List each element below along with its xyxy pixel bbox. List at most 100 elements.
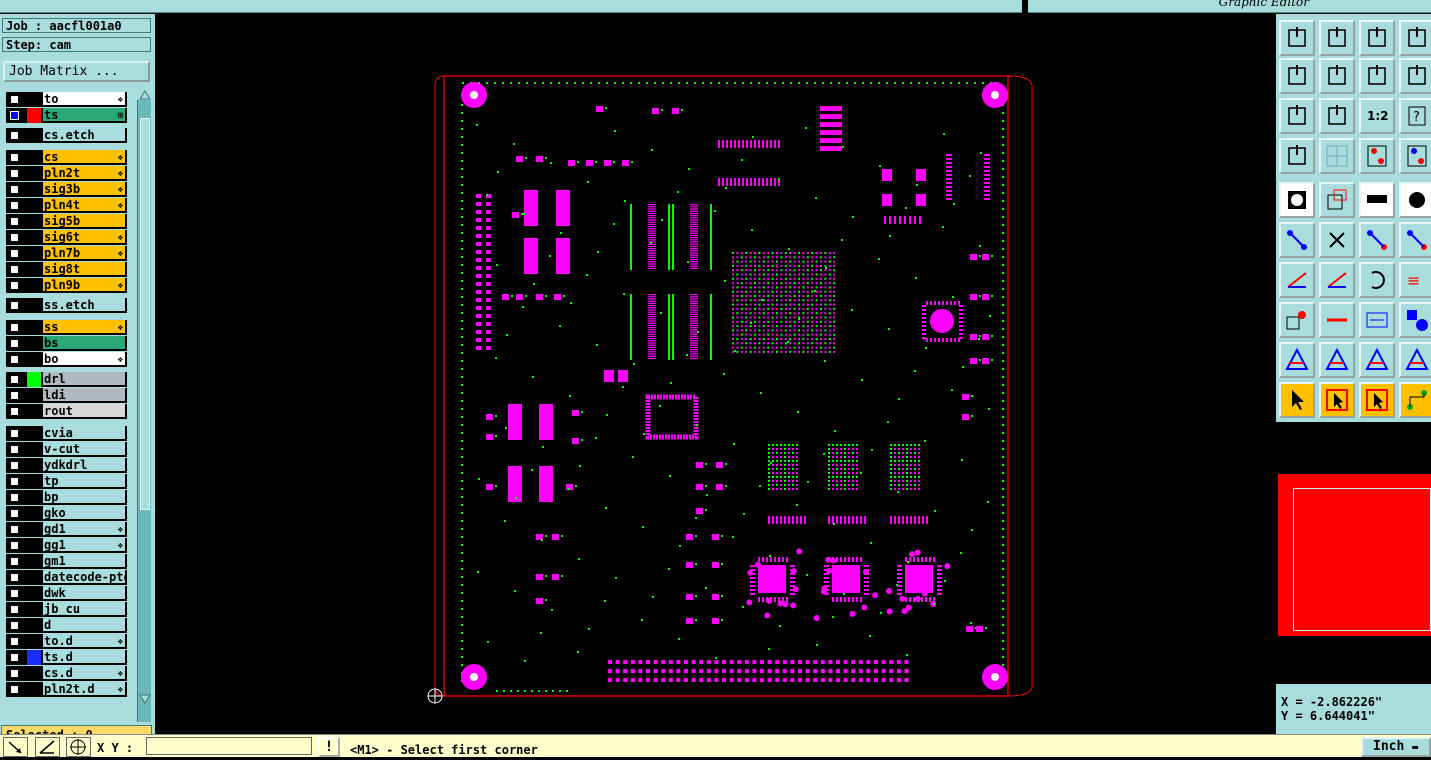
layer-color-swatch[interactable] [27,458,41,473]
layer-checkbox[interactable] [10,323,19,332]
tool-button-settings[interactable] [1279,138,1315,174]
layer-color-swatch[interactable] [27,336,41,351]
layer-checkbox[interactable] [10,685,19,694]
tool-button-pointer-circle[interactable] [1359,382,1395,418]
layer-color-swatch[interactable] [27,198,41,213]
layer-name[interactable]: bp [43,490,125,504]
layer-name[interactable]: ss.etch [43,298,125,312]
layer-name[interactable]: sig6t ❖ [43,230,125,244]
tool-button-snap-red[interactable] [1359,138,1395,174]
tool-button-zoom-in[interactable] [1279,58,1315,94]
layer-color-swatch[interactable] [27,426,41,441]
tool-button-feature[interactable] [1279,302,1315,338]
layer-name[interactable]: sig3b ❖ [43,182,125,196]
layer-color-swatch[interactable] [27,586,41,601]
tool-button-dot[interactable] [1399,182,1431,218]
layer-checkbox[interactable] [10,249,19,258]
layer-checkbox[interactable] [10,233,19,242]
layer-row[interactable]: ydkdrl [6,458,126,473]
layer-color-swatch[interactable] [27,634,41,649]
layer-checkbox[interactable] [10,339,19,348]
layer-color-swatch[interactable] [27,214,41,229]
layer-checkbox[interactable] [10,493,19,502]
layer-checkbox[interactable] [10,355,19,364]
scroll-down-icon[interactable] [139,694,151,704]
layer-color-swatch[interactable] [27,246,41,261]
layer-row[interactable]: bo ❖ [6,352,126,367]
layer-name[interactable]: ts ⊞ [43,108,125,122]
layer-checkbox[interactable] [10,153,19,162]
layer-color-swatch[interactable] [27,128,41,143]
layer-color-swatch[interactable] [27,474,41,489]
layer-color-swatch[interactable] [27,320,41,335]
tool-button-center[interactable] [1319,98,1355,134]
layer-color-swatch[interactable] [27,182,41,197]
layer-row[interactable]: ts ⊞ [6,108,126,123]
tool-button-slash[interactable] [1319,262,1355,298]
tool-button-save[interactable] [1319,20,1355,56]
layer-row[interactable]: pln9b ❖ [6,278,126,293]
tool-button-rotate[interactable] [1359,262,1395,298]
layer-color-swatch[interactable] [27,166,41,181]
tool-button-pad[interactable] [1279,182,1315,218]
layer-row[interactable]: to ❖ [6,92,126,107]
layer-color-swatch[interactable] [27,372,41,387]
tool-button-measure[interactable] [1359,302,1395,338]
layer-name[interactable]: to.d ❖ [43,634,125,648]
layer-row[interactable]: jb_cu [6,602,126,617]
tool-button-ruler[interactable] [1359,182,1395,218]
layer-name[interactable]: cvia [43,426,125,440]
layer-checkbox[interactable] [10,281,19,290]
layer-row[interactable]: gko [6,506,126,521]
layer-color-swatch[interactable] [27,92,41,107]
tool-button-text-a[interactable] [1319,342,1355,378]
layer-checkbox[interactable] [10,653,19,662]
layer-name[interactable]: rout [43,404,125,418]
layer-color-swatch[interactable] [27,388,41,403]
layer-color-swatch[interactable] [27,150,41,165]
layer-name[interactable]: dwk [43,586,125,600]
graphic-canvas[interactable] [156,14,1275,734]
layer-checkbox[interactable] [10,95,19,104]
layer-name[interactable]: pln7b ❖ [43,246,125,260]
layer-checkbox[interactable] [10,201,19,210]
layer-scroll-thumb[interactable] [140,118,150,510]
snap-grid-button[interactable] [66,737,91,757]
tool-button-cross[interactable] [1319,222,1355,258]
scroll-up-icon[interactable] [139,90,151,100]
tool-button-angle[interactable] [1279,262,1315,298]
layer-color-swatch[interactable] [27,108,41,123]
layer-color-swatch[interactable] [27,602,41,617]
layer-checkbox[interactable] [10,111,19,120]
tool-button-triangle[interactable] [1279,342,1315,378]
layer-row[interactable]: pln4t ❖ [6,198,126,213]
tool-button-pointer-box[interactable] [1319,382,1355,418]
layer-name[interactable]: pln2t ❖ [43,166,125,180]
layer-row[interactable]: gg1 ❖ [6,538,126,553]
layer-row[interactable]: gm1 [6,554,126,569]
layer-name[interactable]: gg1 ❖ [43,538,125,552]
layer-row[interactable]: sig6t ❖ [6,230,126,245]
snap-angle-button[interactable] [35,737,60,757]
layer-checkbox[interactable] [10,605,19,614]
layer-row[interactable]: datecode-pte [6,570,126,585]
layer-row[interactable]: drl [6,372,126,387]
layer-color-swatch[interactable] [27,570,41,585]
layer-row[interactable]: ldi [6,388,126,403]
layer-row[interactable]: cvia [6,426,126,441]
layer-name[interactable]: to ❖ [43,92,125,106]
layer-row[interactable]: sig5b [6,214,126,229]
layer-name[interactable]: drl [43,372,125,386]
layer-row[interactable]: cs.d ❖ [6,666,126,681]
layer-color-swatch[interactable] [27,682,41,697]
layer-color-swatch[interactable] [27,262,41,277]
layer-checkbox[interactable] [10,185,19,194]
tool-button-help[interactable]: ? [1399,98,1431,134]
layer-name[interactable]: d [43,618,125,632]
pcb-board-view[interactable] [156,14,1275,734]
layer-checkbox[interactable] [10,391,19,400]
tool-button-line-end[interactable] [1359,222,1395,258]
tool-button-home[interactable] [1279,20,1315,56]
layer-row[interactable]: ss.etch [6,298,126,313]
layer-color-swatch[interactable] [27,404,41,419]
